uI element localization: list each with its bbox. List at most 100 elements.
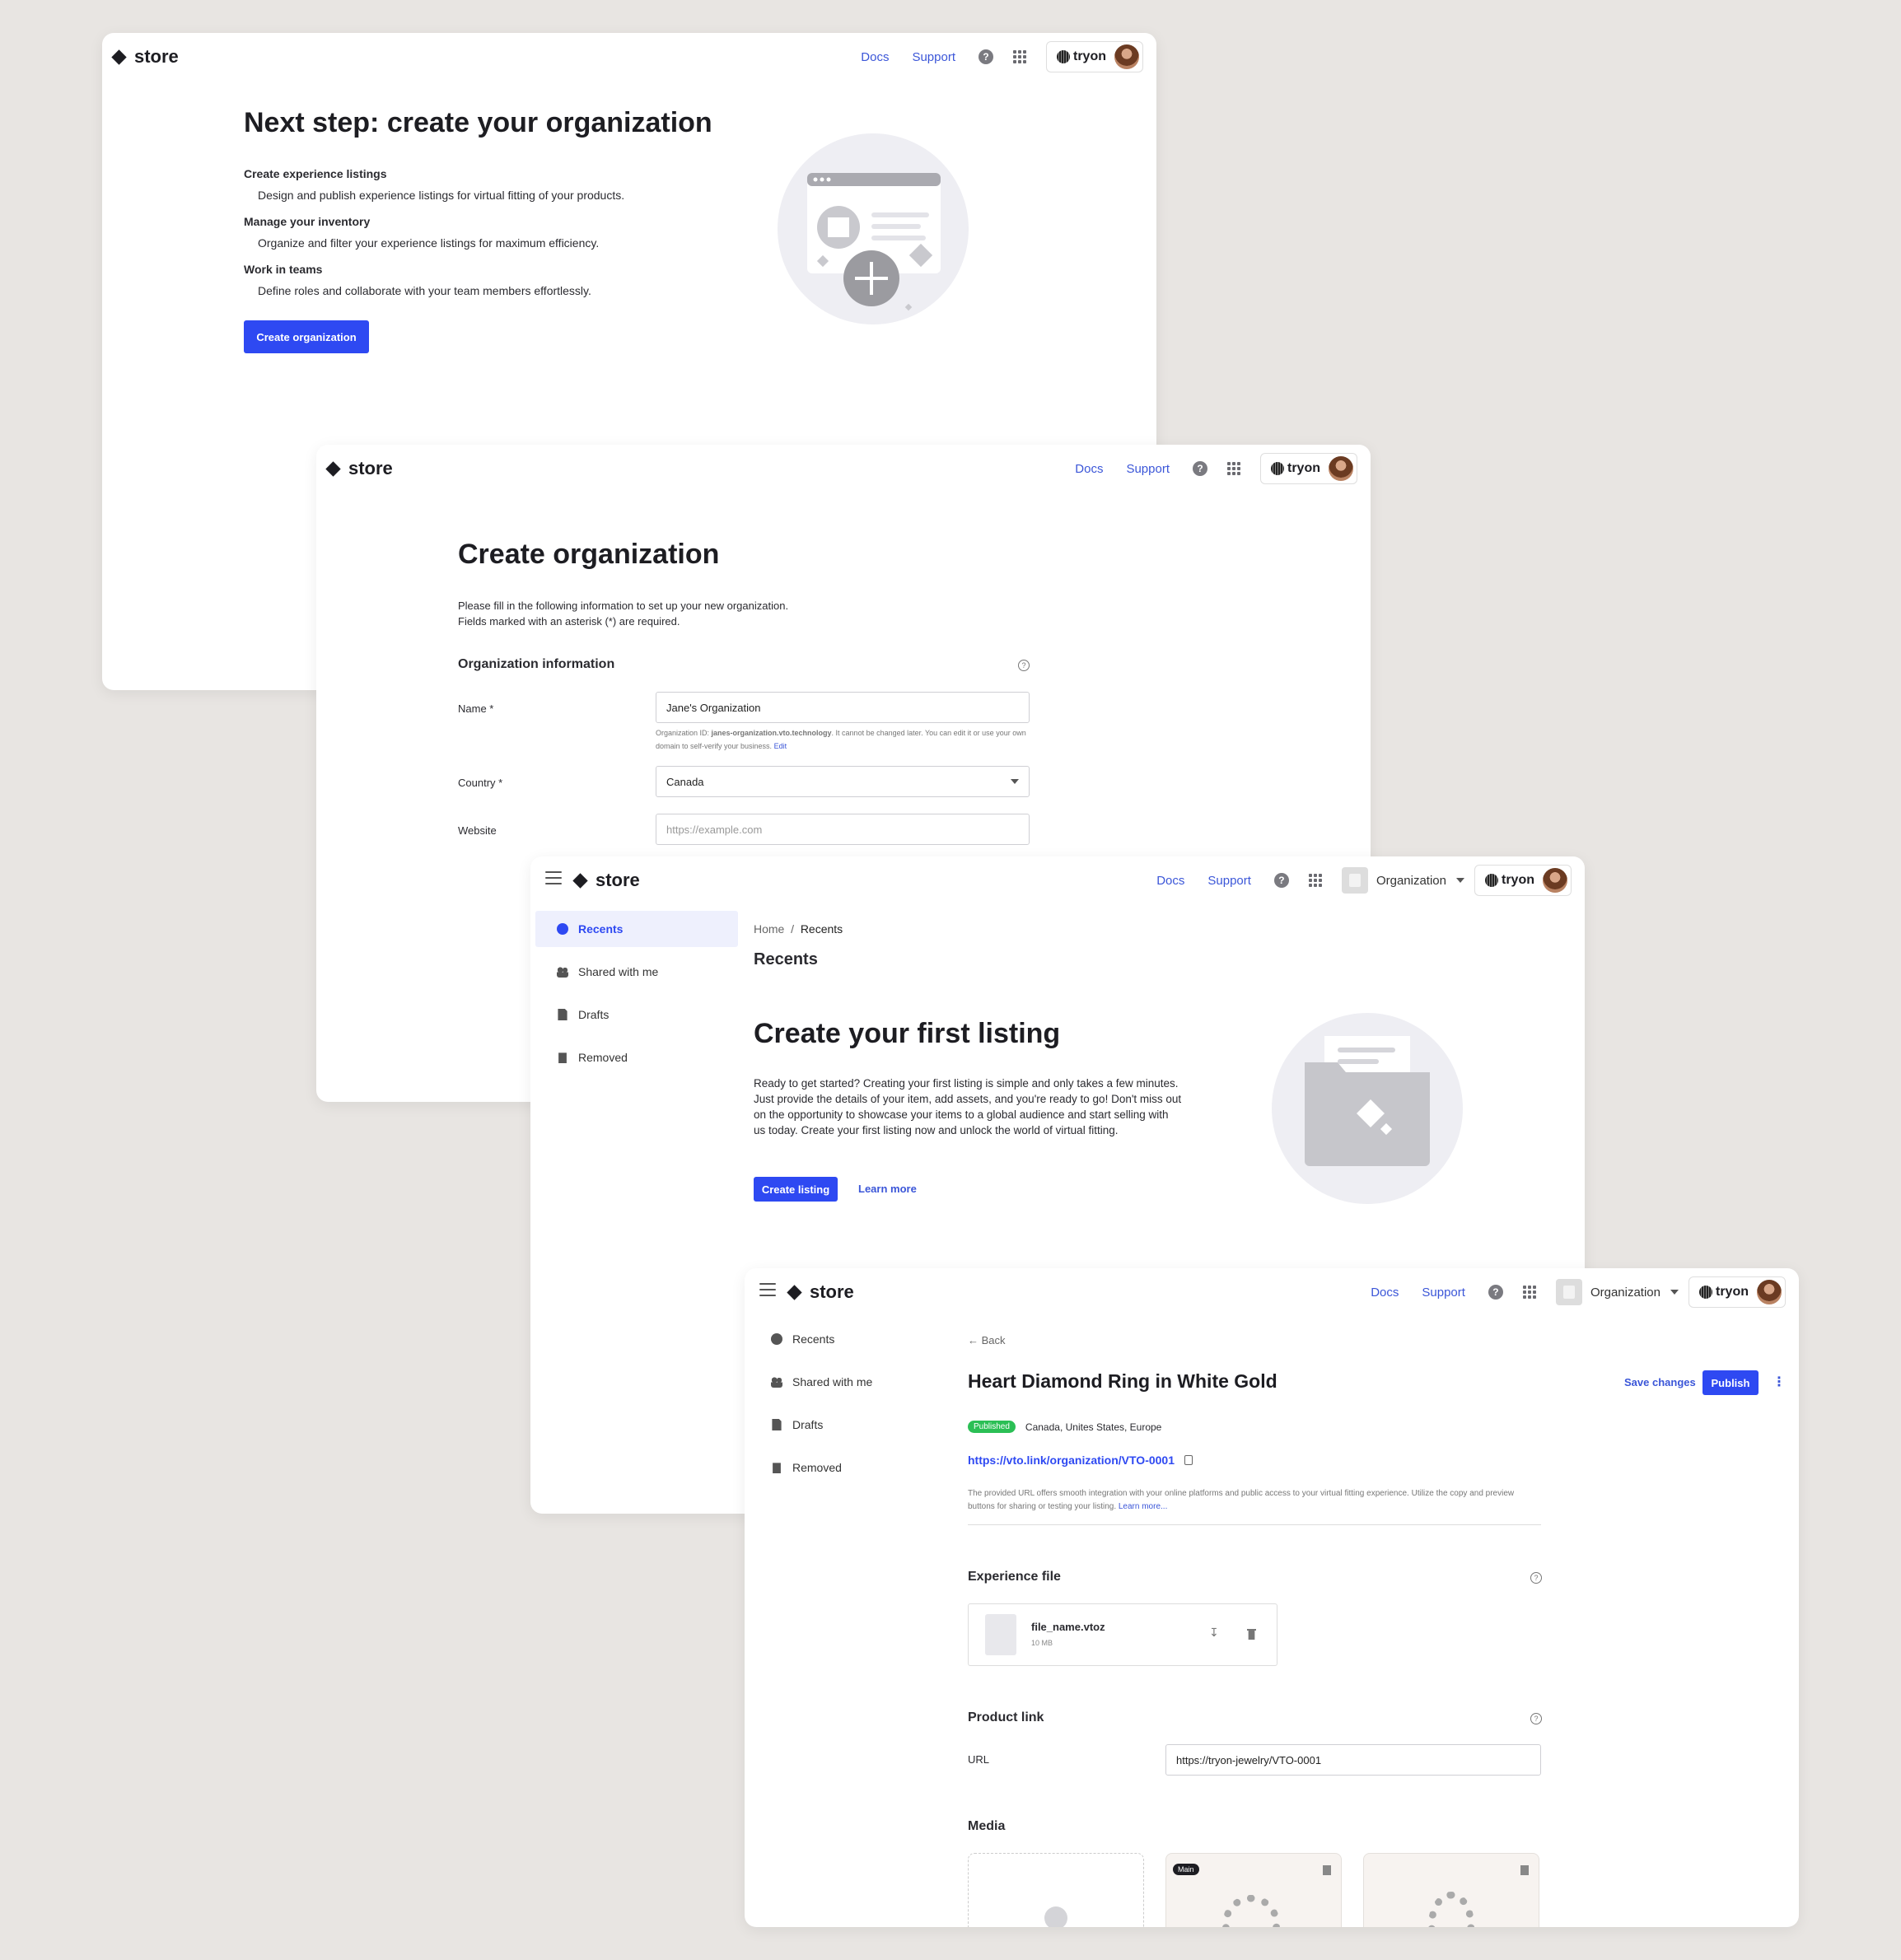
publish-button[interactable]: Publish [1702, 1370, 1759, 1395]
status-badge: Published [968, 1421, 1016, 1433]
people-icon [771, 1376, 782, 1388]
empty-state-body: Ready to get started? Creating your firs… [754, 1077, 1182, 1136]
avatar [1543, 868, 1567, 893]
account-menu[interactable]: tryon [1688, 1276, 1786, 1308]
help-circle-icon[interactable]: ? [1530, 1572, 1542, 1584]
sidebar-item-drafts[interactable]: Drafts [750, 1407, 952, 1443]
media-thumbnail[interactable]: Main [1165, 1853, 1342, 1927]
top-bar: store Docs Support ? tryon [102, 33, 1156, 81]
store-logo[interactable]: store [787, 1281, 854, 1303]
support-link[interactable]: Support [912, 50, 955, 64]
account-menu[interactable]: tryon [1046, 41, 1143, 72]
section-title: Organization information [458, 657, 615, 671]
account-menu[interactable]: tryon [1474, 865, 1572, 896]
menu-icon[interactable] [759, 1283, 776, 1296]
organization-illustration [778, 133, 969, 324]
store-logo[interactable]: store [325, 458, 393, 479]
store-logo[interactable]: store [111, 46, 179, 68]
arrow-left-icon: ← [968, 1334, 979, 1346]
trash-icon[interactable] [1247, 1629, 1256, 1640]
account-menu[interactable]: tryon [1260, 453, 1357, 484]
store-logo[interactable]: store [572, 870, 640, 891]
docs-link[interactable]: Docs [1075, 462, 1103, 476]
media-upload-slot[interactable] [968, 1853, 1144, 1927]
sidebar-item-shared[interactable]: Shared with me [535, 954, 738, 990]
main-badge: Main [1173, 1864, 1199, 1875]
apps-grid-icon[interactable] [1013, 50, 1026, 63]
name-input[interactable]: Jane's Organization [656, 692, 1030, 723]
media-thumbnail[interactable] [1363, 1853, 1539, 1927]
save-changes-button[interactable]: Save changes [1624, 1376, 1696, 1388]
listing-url-link[interactable]: https://vto.link/organization/VTO-0001 [968, 1454, 1175, 1467]
tryon-logo-icon [1057, 50, 1070, 63]
copy-icon[interactable] [1184, 1455, 1193, 1465]
sidebar-item-shared[interactable]: Shared with me [750, 1364, 952, 1400]
intro-text: Please fill in the following information… [458, 600, 789, 612]
tryon-logo-icon [1485, 874, 1498, 887]
required-note: Fields marked with an asterisk (*) are r… [458, 615, 680, 628]
learn-more-link[interactable]: Learn more [858, 1183, 917, 1195]
sidebar-item-drafts[interactable]: Drafts [535, 996, 738, 1033]
docs-link[interactable]: Docs [1156, 874, 1184, 888]
support-link[interactable]: Support [1422, 1286, 1465, 1300]
tryon-logo-icon [1699, 1286, 1712, 1299]
apps-grid-icon[interactable] [1522, 1286, 1536, 1299]
help-circle-icon[interactable]: ? [1018, 660, 1030, 671]
feature-desc: Design and publish experience listings f… [258, 189, 625, 202]
product-url-input[interactable]: https://tryon-jewelry/VTO-0001 [1165, 1744, 1541, 1776]
apps-grid-icon[interactable] [1227, 462, 1240, 475]
draft-icon [772, 1419, 782, 1430]
avatar [1114, 44, 1139, 69]
trash-icon[interactable] [1323, 1865, 1331, 1875]
organization-id-hint: Organization ID: janes-organization.vto.… [656, 729, 1026, 750]
help-circle-icon[interactable]: ? [1530, 1713, 1542, 1724]
feature-heading: Work in teams [244, 263, 323, 276]
page-title: Create organization [458, 539, 720, 570]
more-options-icon[interactable]: ⋮ [1773, 1374, 1786, 1390]
docs-link[interactable]: Docs [1371, 1286, 1399, 1300]
country-select[interactable]: Canada [656, 766, 1030, 797]
clock-icon [557, 923, 568, 935]
regions: Canada, Unites States, Europe [1025, 1421, 1162, 1433]
diamond-icon [572, 872, 588, 889]
top-bar: store Docs Support ? Organization tryon [745, 1268, 1799, 1316]
support-link[interactable]: Support [1126, 462, 1170, 476]
trash-icon[interactable] [1520, 1865, 1529, 1875]
help-icon[interactable]: ? [1488, 1285, 1503, 1300]
menu-icon[interactable] [545, 871, 562, 884]
trash-icon [558, 1052, 567, 1063]
chevron-down-icon [1011, 779, 1019, 784]
organization-switcher[interactable]: Organization [1555, 1279, 1679, 1305]
create-listing-button[interactable]: Create listing [754, 1177, 838, 1202]
page-title: Next step: create your organization [244, 107, 712, 138]
website-input[interactable]: https://example.com [656, 814, 1030, 845]
breadcrumb-home[interactable]: Home [754, 922, 784, 936]
feature-desc: Define roles and collaborate with your t… [258, 284, 591, 297]
listing-status: Published Canada, Unites States, Europe [968, 1421, 1161, 1433]
file-card: file_name.vtoz 10 MB ↧ [968, 1603, 1277, 1666]
support-link[interactable]: Support [1207, 874, 1251, 888]
name-label: Name * [458, 702, 494, 715]
help-icon[interactable]: ? [1273, 873, 1289, 888]
clock-icon [771, 1333, 782, 1345]
apps-grid-icon[interactable] [1308, 874, 1322, 887]
sidebar-item-removed[interactable]: Removed [750, 1449, 952, 1486]
folder-illustration [1272, 1013, 1463, 1204]
download-icon[interactable]: ↧ [1209, 1626, 1219, 1640]
help-icon[interactable]: ? [1193, 461, 1207, 476]
draft-icon [558, 1009, 567, 1020]
help-icon[interactable]: ? [979, 49, 993, 64]
sidebar-item-recents[interactable]: Recents [535, 911, 738, 947]
sidebar-item-recents[interactable]: Recents [750, 1321, 952, 1357]
create-organization-button[interactable]: Create organization [244, 320, 369, 353]
page-title: Recents [754, 950, 818, 968]
docs-link[interactable]: Docs [861, 50, 889, 64]
country-label: Country * [458, 777, 503, 789]
edit-link[interactable]: Edit [774, 742, 787, 750]
breadcrumb-current: Recents [800, 922, 843, 936]
organization-switcher[interactable]: Organization [1341, 867, 1464, 894]
learn-more-link[interactable]: Learn more... [1119, 1502, 1167, 1511]
illustration-art [807, 173, 941, 311]
sidebar-item-removed[interactable]: Removed [535, 1039, 738, 1076]
back-link[interactable]: ← Back [968, 1334, 1006, 1346]
